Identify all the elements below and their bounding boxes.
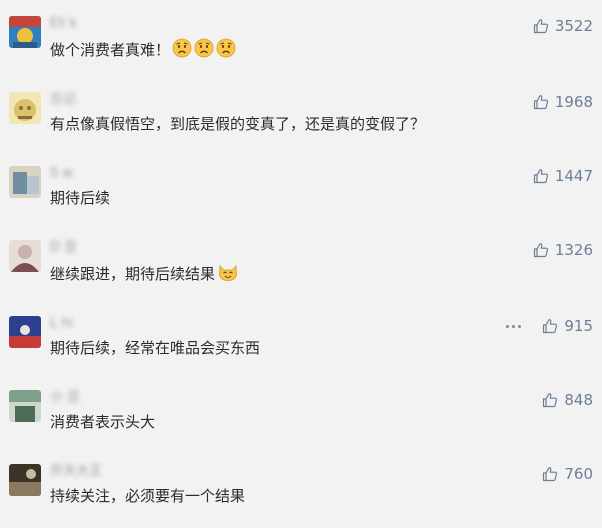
comment-text: 持续关注，必须要有一个结果 — [50, 487, 246, 505]
comment-text: 期待后续 — [50, 189, 111, 207]
avatar[interactable] — [9, 390, 41, 422]
username[interactable]: 小 豆 — [50, 390, 80, 406]
like-button[interactable]: 3522 — [533, 16, 593, 36]
comment-text: 做个消费者真难！ — [50, 38, 236, 63]
like-button[interactable]: 848 — [542, 390, 593, 410]
username[interactable]: 开天大王 — [50, 464, 102, 480]
thumbs-up-icon — [533, 169, 548, 184]
more-options-icon[interactable] — [503, 316, 523, 336]
username[interactable]: L hi — [50, 316, 73, 332]
comment-item: 忘记 有点像真假悟空，到底是假的变真了，还是真的变假了？ 1968 — [0, 92, 602, 166]
avatar[interactable] — [9, 240, 41, 272]
comment-item: 开天大王 持续关注，必须要有一个结果 760 — [0, 464, 602, 528]
comment-item: L hi 期待后续，经常在唯品会买东西 915 — [0, 316, 602, 390]
cat-face-emoji-icon — [217, 262, 239, 287]
comment-text: 期待后续，经常在唯品会买东西 — [50, 339, 261, 357]
username[interactable]: D 豆 — [50, 240, 77, 256]
sad-face-emoji-icon — [172, 38, 192, 63]
thumbs-up-icon — [533, 95, 548, 110]
comment-text-body: 做个消费者真难！ — [50, 41, 171, 59]
thumbs-up-icon — [533, 243, 548, 258]
like-button[interactable]: 1447 — [533, 166, 593, 186]
like-count: 3522 — [554, 17, 593, 35]
like-count: 1447 — [554, 167, 593, 185]
thumbs-up-icon — [543, 393, 558, 408]
username[interactable]: 忘记 — [50, 92, 76, 108]
username[interactable]: Eli k — [50, 16, 77, 32]
comment-list: Eli k 做个消费者真难！ 3522 忘记 有点像真假悟空，到底是假的变真了，… — [0, 0, 602, 528]
sad-face-emoji-icon — [216, 38, 236, 63]
avatar[interactable] — [9, 316, 41, 348]
avatar[interactable] — [9, 464, 41, 496]
like-count: 1326 — [554, 241, 593, 259]
like-button[interactable]: 915 — [542, 316, 593, 336]
comment-text-body: 继续跟进，期待后续结果 — [50, 265, 216, 283]
thumbs-up-icon — [543, 319, 558, 334]
like-count: 1968 — [554, 93, 593, 111]
sad-face-emoji-icon — [194, 38, 214, 63]
like-button[interactable]: 1326 — [533, 240, 593, 260]
like-button[interactable]: 1968 — [533, 92, 593, 112]
comment-item: D 豆 继续跟进，期待后续结果 1326 — [0, 240, 602, 314]
comment-text: 继续跟进，期待后续结果 — [50, 262, 239, 287]
like-button[interactable]: 760 — [542, 464, 593, 484]
avatar[interactable] — [9, 166, 41, 198]
username[interactable]: S w — [50, 166, 73, 182]
comment-item: 小 豆 消费者表示头大 848 — [0, 390, 602, 464]
avatar[interactable] — [9, 16, 41, 48]
thumbs-up-icon — [543, 467, 558, 482]
comment-item: Eli k 做个消费者真难！ 3522 — [0, 16, 602, 90]
thumbs-up-icon — [533, 19, 548, 34]
avatar[interactable] — [9, 92, 41, 124]
like-count: 915 — [564, 317, 593, 335]
comment-item: S w 期待后续 1447 — [0, 166, 602, 240]
comment-text: 消费者表示头大 — [50, 413, 156, 431]
like-count: 760 — [564, 465, 593, 483]
like-count: 848 — [564, 391, 593, 409]
comment-text: 有点像真假悟空，到底是假的变真了，还是真的变假了？ — [50, 115, 426, 133]
